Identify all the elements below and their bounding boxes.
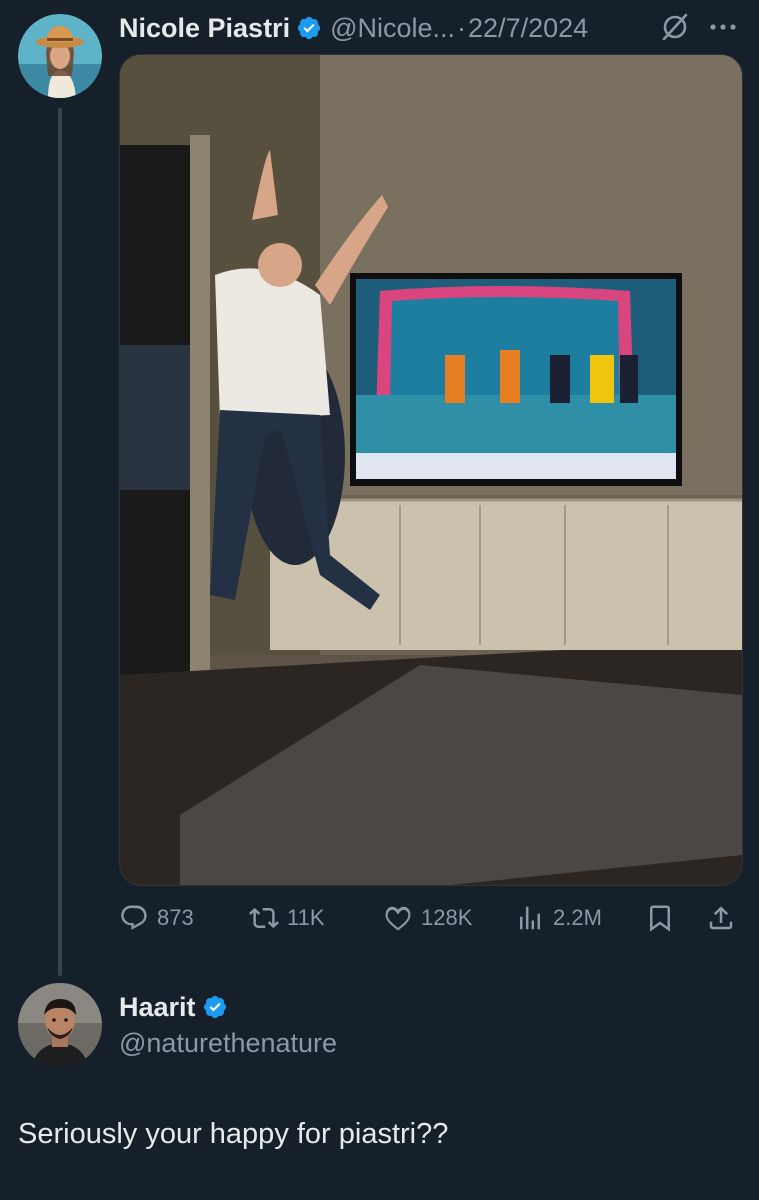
more-options-icon[interactable] xyxy=(706,20,740,34)
views-count: 2.2M xyxy=(553,905,602,930)
grok-icon[interactable] xyxy=(660,12,690,42)
like-button[interactable]: 128K xyxy=(383,898,472,938)
retweet-count: 11K xyxy=(287,905,325,930)
thread-connector-line xyxy=(58,108,62,976)
tweet-header: Nicole Piastri @Nicole... · 22/7/2024 xyxy=(119,10,588,46)
share-icon xyxy=(709,906,733,930)
tweet-photo[interactable] xyxy=(119,54,743,886)
author-handle[interactable]: @Nicole... xyxy=(330,13,455,44)
author-avatar[interactable] xyxy=(18,14,102,98)
views-chart-icon xyxy=(520,906,540,930)
reply-header: Haarit @naturethenature xyxy=(119,990,337,1059)
bookmark-button[interactable] xyxy=(645,898,675,938)
reply-button[interactable]: 873 xyxy=(119,898,194,938)
retweet-button[interactable]: 11K xyxy=(249,898,325,938)
tweet-date[interactable]: 22/7/2024 xyxy=(468,13,588,44)
bookmark-icon xyxy=(650,905,670,932)
reply-count: 873 xyxy=(157,905,194,930)
reply-text: Seriously your happy for piastri?? xyxy=(18,1118,449,1150)
views-button[interactable]: 2.2M xyxy=(515,898,602,938)
author-name[interactable]: Nicole Piastri xyxy=(119,13,290,44)
share-button[interactable] xyxy=(706,898,736,938)
reply-author-name[interactable]: Haarit xyxy=(119,992,196,1023)
like-count: 128K xyxy=(421,905,473,930)
verified-badge-icon xyxy=(296,15,322,41)
reply-author-avatar[interactable] xyxy=(18,983,102,1067)
heart-icon xyxy=(385,906,411,931)
separator-dot: · xyxy=(457,12,467,43)
retweet-icon xyxy=(249,907,279,929)
tweet-actions: 873 11K 128K 2.2M xyxy=(119,898,741,938)
reply-author-handle[interactable]: @naturethenature xyxy=(119,1028,337,1059)
reply-icon xyxy=(121,905,147,930)
verified-badge-icon xyxy=(202,994,228,1020)
